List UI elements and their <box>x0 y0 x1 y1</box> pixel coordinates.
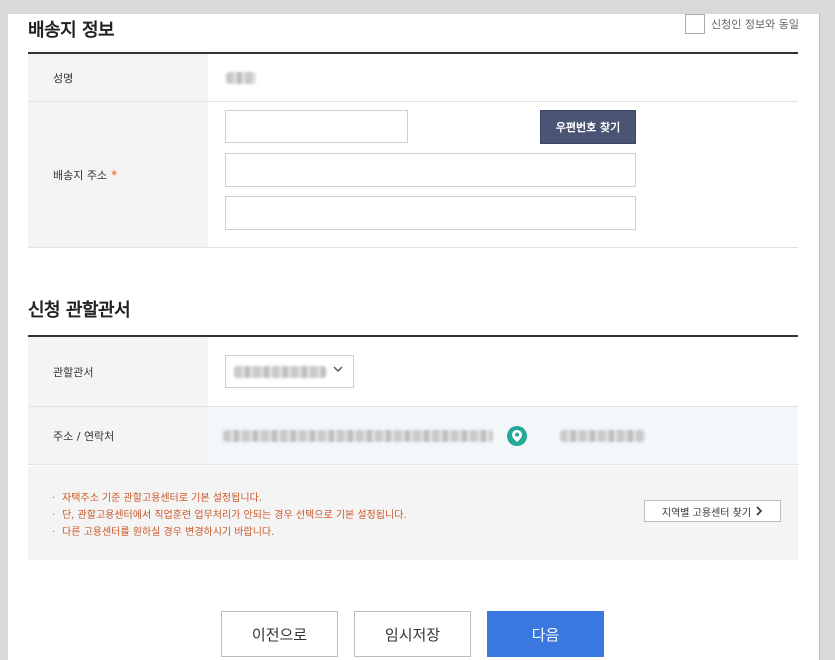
region-button-label: 지역별 고용센터 찾기 <box>661 507 752 519</box>
contact-row: 주소 / 연락처 <box>28 407 798 465</box>
office-section-title: 신청 관할관서 <box>28 300 131 321</box>
notice-box: 자택주소 기준 관할고용센터로 기본 설정됩니다. 단, 관할고용센터에서 직업… <box>28 466 798 560</box>
chevron-right-icon <box>756 506 763 516</box>
frame-border <box>819 14 820 660</box>
contact-label: 주소 / 연락처 <box>28 407 208 464</box>
notice-item: 자택주소 기준 관할고용센터로 기본 설정됩니다. <box>52 490 407 507</box>
same-as-applicant-label: 신청인 정보와 동일 <box>711 18 799 31</box>
find-zipcode-button[interactable]: 우편번호 찾기 <box>540 110 636 144</box>
notice-item: 단, 관할고용센터에서 직업훈련 업무처리가 안되는 경우 선택으로 기본 설정… <box>52 507 407 524</box>
notice-list: 자택주소 기준 관할고용센터로 기본 설정됩니다. 단, 관할고용센터에서 직업… <box>52 490 407 541</box>
office-selected-redacted <box>234 366 326 378</box>
shipping-section-title: 배송지 정보 <box>28 20 115 41</box>
next-button[interactable]: 다음 <box>487 611 604 657</box>
address-line1-input[interactable] <box>225 153 636 187</box>
address-line2-input[interactable] <box>225 196 636 230</box>
form-panel: 배송지 정보 신청인 정보와 동일 성명 배송지 주소 * 우편번호 찾기 신청… <box>8 14 820 660</box>
office-row: 관할관서 <box>28 337 798 407</box>
name-value <box>208 54 798 101</box>
name-row: 성명 <box>28 54 798 102</box>
checkbox-box[interactable] <box>685 14 705 34</box>
address-row: 배송지 주소 * 우편번호 찾기 <box>28 102 798 248</box>
temp-save-button[interactable]: 임시저장 <box>354 611 471 657</box>
zipcode-input[interactable] <box>225 110 408 143</box>
address-label: 배송지 주소 * <box>28 102 208 247</box>
phone-redacted <box>560 430 645 442</box>
name-redacted <box>226 72 256 84</box>
required-mark: * <box>111 167 118 182</box>
notice-item: 다른 고용센터를 원하실 경우 변경하시기 바랍니다. <box>52 524 407 541</box>
prev-button[interactable]: 이전으로 <box>221 611 338 657</box>
find-region-center-button[interactable]: 지역별 고용센터 찾기 <box>644 500 781 522</box>
name-label: 성명 <box>28 54 208 101</box>
chevron-down-icon <box>333 366 343 372</box>
office-label: 관할관서 <box>28 337 208 406</box>
map-pin-icon[interactable] <box>507 426 527 446</box>
address-redacted <box>223 430 493 442</box>
office-select[interactable] <box>225 355 354 388</box>
same-as-applicant-checkbox[interactable]: 신청인 정보와 동일 <box>685 14 799 34</box>
